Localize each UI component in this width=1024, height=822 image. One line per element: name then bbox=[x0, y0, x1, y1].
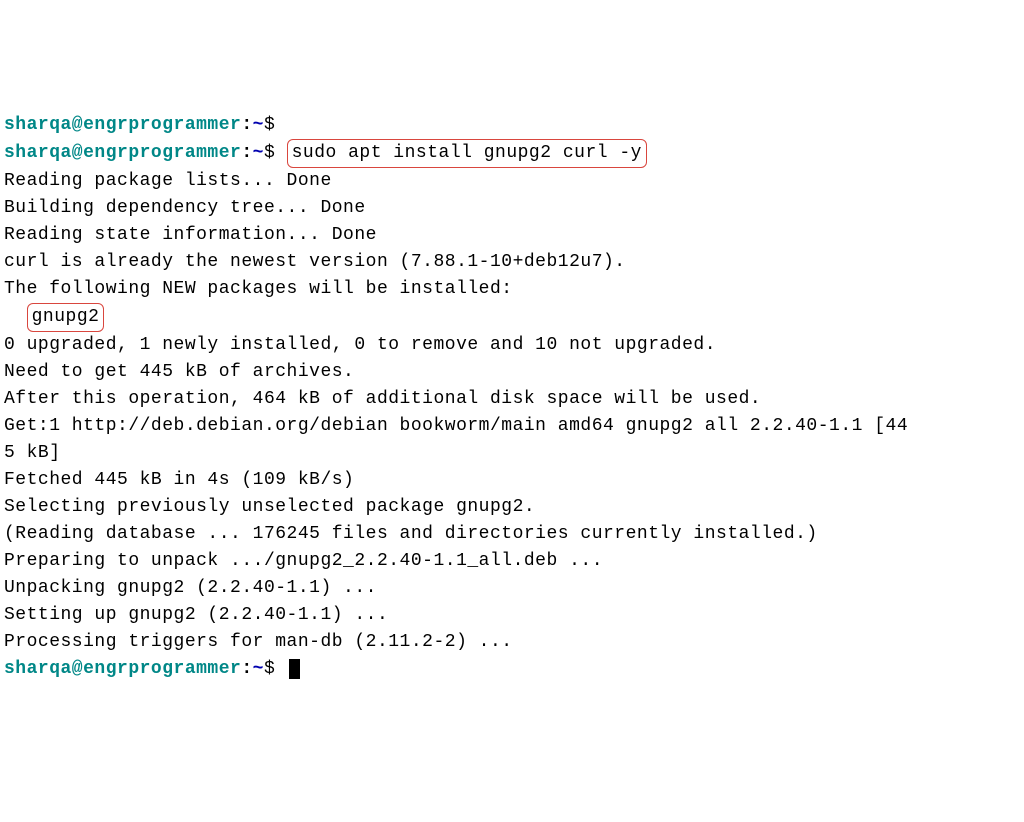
output-line: Preparing to unpack .../gnupg2_2.2.40-1.… bbox=[4, 548, 1020, 575]
prompt-colon: : bbox=[241, 143, 252, 163]
prompt-line-command: sharqa@engrprogrammer:~$ sudo apt instal… bbox=[4, 139, 1020, 168]
command-highlight: sudo apt install gnupg2 curl -y bbox=[287, 139, 647, 168]
prompt-colon: : bbox=[241, 659, 252, 679]
prompt-path: ~ bbox=[253, 659, 264, 679]
output-line: Get:1 http://deb.debian.org/debian bookw… bbox=[4, 413, 1020, 440]
prompt-path: ~ bbox=[253, 115, 264, 135]
prompt-dollar: $ bbox=[264, 115, 275, 135]
output-line: After this operation, 464 kB of addition… bbox=[4, 386, 1020, 413]
output-line: 5 kB] bbox=[4, 440, 1020, 467]
output-line: The following NEW packages will be insta… bbox=[4, 276, 1020, 303]
output-line: Unpacking gnupg2 (2.2.40-1.1) ... bbox=[4, 575, 1020, 602]
prompt-dollar: $ bbox=[264, 659, 275, 679]
prompt-path: ~ bbox=[253, 143, 264, 163]
output-line: Need to get 445 kB of archives. bbox=[4, 359, 1020, 386]
prompt-user: sharqa@engrprogrammer bbox=[4, 143, 241, 163]
prompt-colon: : bbox=[241, 115, 252, 135]
output-line: curl is already the newest version (7.88… bbox=[4, 249, 1020, 276]
prompt-user: sharqa@engrprogrammer bbox=[4, 115, 241, 135]
cursor-icon bbox=[289, 659, 300, 679]
indent bbox=[4, 307, 27, 327]
output-line: Processing triggers for man-db (2.11.2-2… bbox=[4, 629, 1020, 656]
prompt-line-cursor[interactable]: sharqa@engrprogrammer:~$ bbox=[4, 656, 1020, 683]
output-line: Reading package lists... Done bbox=[4, 168, 1020, 195]
output-line: Selecting previously unselected package … bbox=[4, 494, 1020, 521]
terminal-output[interactable]: sharqa@engrprogrammer:~$sharqa@engrprogr… bbox=[4, 112, 1020, 683]
output-line: Building dependency tree... Done bbox=[4, 195, 1020, 222]
prompt-dollar: $ bbox=[264, 143, 275, 163]
output-line: Fetched 445 kB in 4s (109 kB/s) bbox=[4, 467, 1020, 494]
output-line: Reading state information... Done bbox=[4, 222, 1020, 249]
output-line: (Reading database ... 176245 files and d… bbox=[4, 521, 1020, 548]
package-highlight: gnupg2 bbox=[27, 303, 105, 332]
output-line: gnupg2 bbox=[4, 303, 1020, 332]
output-line: 0 upgraded, 1 newly installed, 0 to remo… bbox=[4, 332, 1020, 359]
prompt-line-empty: sharqa@engrprogrammer:~$ bbox=[4, 112, 1020, 139]
output-line: Setting up gnupg2 (2.2.40-1.1) ... bbox=[4, 602, 1020, 629]
prompt-user: sharqa@engrprogrammer bbox=[4, 659, 241, 679]
